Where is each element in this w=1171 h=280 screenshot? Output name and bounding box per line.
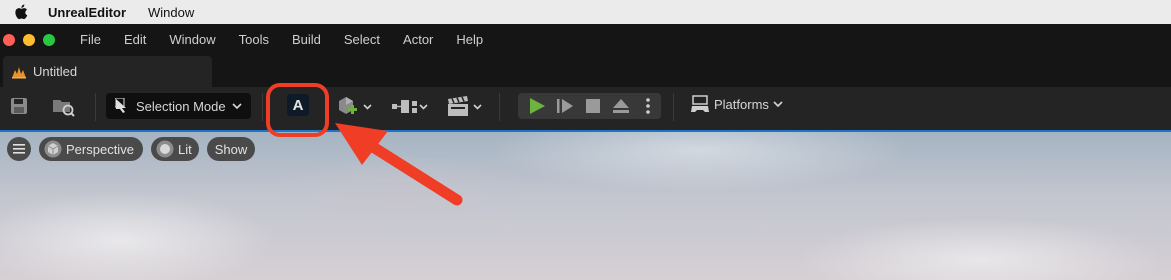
toolbar-separator: [499, 93, 500, 121]
blueprint-graph-icon: [392, 100, 428, 113]
menu-edit[interactable]: Edit: [113, 32, 158, 47]
content-browser-icon: [53, 100, 75, 117]
blueprints-button[interactable]: [390, 95, 430, 119]
close-window-button[interactable]: [3, 33, 15, 46]
macos-menu-bar: UnrealEditor Window: [0, 0, 1171, 24]
toolbar-separator: [673, 93, 674, 121]
lit-dropdown[interactable]: Lit: [151, 137, 199, 161]
menu-actor[interactable]: Actor: [392, 32, 445, 47]
stop-button[interactable]: [583, 96, 603, 116]
stop-icon: [586, 99, 600, 113]
app-name-menu[interactable]: UnrealEditor: [48, 5, 126, 20]
advance-frame-button[interactable]: [555, 96, 575, 116]
minimize-window-button[interactable]: [23, 33, 35, 46]
clapperboard-icon: [448, 96, 482, 116]
perspective-label: Perspective: [66, 141, 134, 157]
play-options-button[interactable]: [641, 96, 655, 116]
viewport-border: [0, 130, 1171, 132]
macos-menu-window[interactable]: Window: [148, 5, 194, 20]
selection-cursor-icon: [115, 98, 129, 114]
tab-untitled[interactable]: Untitled: [3, 56, 212, 87]
level-viewport[interactable]: Perspective Lit Show: [0, 130, 1171, 280]
content-browser-button[interactable]: [52, 96, 76, 118]
kebab-menu-icon: [646, 98, 650, 114]
step-forward-icon: [557, 99, 573, 113]
window-menu-row: File Edit Window Tools Build Select Acto…: [0, 24, 1171, 55]
play-icon: [530, 98, 545, 114]
platforms-dropdown[interactable]: Platforms: [690, 95, 783, 113]
main-menu: File Edit Window Tools Build Select Acto…: [69, 32, 495, 47]
toolbar-separator: [262, 93, 263, 121]
eject-icon: [613, 99, 629, 113]
chevron-down-icon: [773, 101, 783, 107]
viewport-options-button[interactable]: [7, 137, 31, 161]
lit-label: Lit: [178, 141, 192, 157]
menu-file[interactable]: File: [69, 32, 113, 47]
document-tab-bar: Untitled: [0, 55, 1171, 87]
gamepad-icon: [690, 95, 710, 113]
main-toolbar: Selection Mode A Platforms: [0, 87, 1171, 130]
platforms-label: Platforms: [714, 96, 769, 112]
highlight-ring: [266, 83, 329, 137]
cube-icon: [44, 140, 62, 158]
save-button[interactable]: [9, 96, 29, 116]
menu-window[interactable]: Window: [158, 32, 227, 47]
window-controls: [3, 33, 55, 46]
play-button[interactable]: [527, 96, 547, 116]
selection-mode-dropdown[interactable]: Selection Mode: [106, 93, 251, 119]
chevron-down-icon: [232, 103, 242, 109]
zoom-window-button[interactable]: [43, 33, 55, 46]
save-icon: [11, 98, 27, 114]
tab-label: Untitled: [33, 64, 78, 79]
menu-build[interactable]: Build: [281, 32, 333, 47]
lit-sphere-icon: [156, 140, 174, 158]
add-actor-icon: [339, 97, 372, 114]
cinematics-button[interactable]: [446, 95, 486, 119]
menu-select[interactable]: Select: [333, 32, 392, 47]
show-dropdown[interactable]: Show: [207, 137, 255, 161]
hamburger-icon: [13, 144, 25, 154]
show-label: Show: [214, 141, 248, 157]
menu-tools[interactable]: Tools: [228, 32, 281, 47]
unreal-level-icon: [11, 65, 27, 79]
add-actor-button[interactable]: [336, 95, 374, 119]
apple-icon[interactable]: [14, 4, 30, 20]
perspective-dropdown[interactable]: Perspective: [39, 137, 143, 161]
toolbar-separator: [95, 93, 96, 121]
eject-button[interactable]: [610, 96, 632, 116]
selection-mode-label: Selection Mode: [136, 98, 226, 114]
menu-help[interactable]: Help: [445, 32, 495, 47]
play-controls: [518, 93, 661, 119]
